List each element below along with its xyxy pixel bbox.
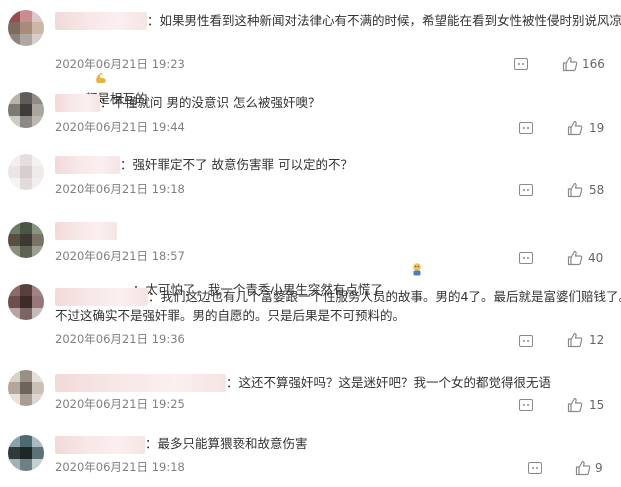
like-icon[interactable]	[567, 332, 583, 348]
avatar[interactable]	[8, 154, 44, 190]
username-blurred[interactable]	[55, 222, 117, 240]
reply-icon[interactable]	[519, 252, 533, 264]
comment-time: 2020年06月21日 19:44	[55, 120, 185, 134]
comment-time: 2020年06月21日 19:18	[55, 182, 185, 196]
like-count: 12	[589, 333, 605, 347]
like-count: 9	[595, 461, 603, 475]
like-icon[interactable]	[567, 120, 583, 136]
nervous-emoji-icon	[386, 242, 421, 276]
like-count: 15	[589, 398, 605, 412]
like-count: 166	[582, 57, 605, 71]
comment-text: ：不懂就问 男的没意识 怎么被强奸噢？	[100, 95, 321, 110]
reply-icon[interactable]	[519, 335, 533, 347]
comment-time: 2020年06月21日 19:18	[55, 460, 185, 474]
reply-icon[interactable]	[519, 399, 533, 411]
comment-item: ：这还不算强奸吗？这是迷奸吧？我一个女的都觉得很无语 2020年06月21日 1…	[0, 356, 621, 421]
reply-icon[interactable]	[528, 462, 542, 474]
comment-item: ：强奸罪定不了 故意伤害罪 可以定的不？ 2020年06月21日 19:18 5…	[0, 144, 621, 206]
comment-text: ：最多只能算猥亵和故意伤害	[145, 436, 308, 451]
username-blurred[interactable]	[55, 436, 145, 454]
comment-item: ：太可怕了，我一个青秀小男生突然有点慌了 2020年06月21日 18:57 4…	[0, 206, 621, 297]
comment-text-line2: 不过这确实不是强奸罪。男的自愿的。只是后果是不可预料的。	[55, 308, 406, 323]
like-icon[interactable]	[562, 56, 578, 72]
reply-icon[interactable]	[519, 122, 533, 134]
like-count: 40	[588, 251, 604, 265]
comment-text: ：强奸罪定不了 故意伤害罪 可以定的不？	[120, 157, 353, 172]
like-icon[interactable]	[567, 182, 583, 198]
username-blurred[interactable]	[55, 156, 120, 174]
comment-item: ：我们这边也有几个富婆跟一个性服务人员的故事。男的4了。最后就是富婆们赔钱了。 …	[0, 268, 621, 356]
username-blurred[interactable]	[55, 94, 100, 112]
avatar[interactable]	[8, 370, 44, 406]
reply-icon[interactable]	[514, 58, 528, 70]
comment-text: ：我们这边也有几个富婆跟一个性服务人员的故事。男的4了。最后就是富婆们赔钱了。	[148, 289, 621, 304]
like-count: 19	[589, 121, 605, 135]
avatar[interactable]	[8, 10, 44, 46]
like-count: 58	[589, 183, 605, 197]
comment-time: 2020年06月21日 19:36	[55, 332, 185, 346]
username-blurred[interactable]	[55, 374, 226, 392]
like-icon[interactable]	[567, 397, 583, 413]
avatar[interactable]	[8, 284, 44, 320]
comment-time: 2020年06月21日 18:57	[55, 249, 185, 263]
avatar[interactable]	[8, 92, 44, 128]
avatar[interactable]	[8, 435, 44, 471]
comment-item: ：最多只能算猥亵和故意伤害 2020年06月21日 19:18 9	[0, 421, 621, 487]
like-icon[interactable]	[575, 460, 591, 476]
username-blurred[interactable]	[55, 288, 148, 306]
comment-item: ：不懂就问 男的没意识 怎么被强奸噢？ 2020年06月21日 19:44 19	[0, 82, 621, 144]
like-icon[interactable]	[567, 250, 583, 266]
comment-time: 2020年06月21日 19:25	[55, 397, 185, 411]
reply-icon[interactable]	[519, 184, 533, 196]
avatar[interactable]	[8, 222, 44, 258]
comment-text: ：如果男性看到这种新闻对法律心有不满的时候，希望能在看到女性被性侵时别说风凉话	[147, 13, 621, 28]
comment-text: ：这还不算强奸吗？这是迷奸吧？我一个女的都觉得很无语	[226, 375, 552, 390]
comment-time: 2020年06月21日 19:23	[55, 57, 185, 71]
username-blurred[interactable]	[55, 12, 147, 30]
comment-item: ：如果男性看到这种新闻对法律心有不满的时候，希望能在看到女性被性侵时别说风凉话 …	[0, 0, 621, 106]
